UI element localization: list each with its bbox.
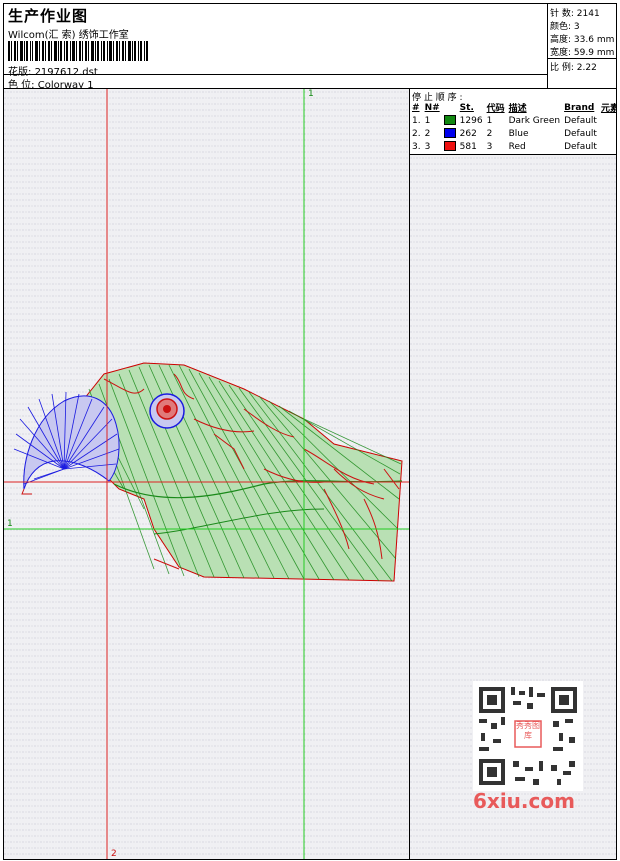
site-logo: 6xiu.com xyxy=(473,789,575,813)
qr-badge: 秀秀图库 xyxy=(516,721,540,740)
col-brand: Brand xyxy=(564,102,595,113)
stats-divider xyxy=(548,58,616,59)
stop-sequence-table: # N# St. 代码 描述 Brand 元素 1. 1 1296 1 Dark… xyxy=(410,101,616,153)
stat-value: 3 xyxy=(573,22,580,32)
color-swatch xyxy=(443,141,456,152)
col-index: # xyxy=(412,102,420,113)
color-swatch xyxy=(443,115,456,126)
row-stitches: 1296 xyxy=(459,115,483,126)
table-row[interactable]: 1. 1 1296 1 Dark Green Default xyxy=(410,114,616,127)
row-brand: Default xyxy=(564,128,597,139)
stats-panel: 针 数: 2141 颜色: 3 高度: 33.6 mm 宽度: 59.9 mm … xyxy=(547,3,617,89)
stat-label: 针 数: xyxy=(550,9,574,19)
guide-label-green-horizontal: 1 xyxy=(7,519,13,529)
barcode xyxy=(8,41,148,61)
color-swatch xyxy=(443,128,456,139)
row-swatch xyxy=(442,140,458,153)
design-canvas[interactable]: 1 1 2 xyxy=(3,88,410,860)
row-brand: Default xyxy=(564,141,597,152)
stop-sequence-panel: 停 止 顺 序 : # N# St. 代码 描述 Brand 元素 1. 1 1… xyxy=(409,88,617,860)
row-element xyxy=(599,127,616,140)
stat-stitches: 针 数: 2141 xyxy=(550,6,600,19)
row-description: Dark Green xyxy=(508,115,561,126)
guide-label-red-vertical: 2 xyxy=(111,849,117,859)
stat-scale: 比 例: 2.22 xyxy=(550,60,597,73)
row-element xyxy=(599,114,616,127)
row-swatch xyxy=(442,127,458,140)
stop-table-divider xyxy=(410,154,616,155)
row-n: 3 xyxy=(424,141,431,152)
table-row[interactable]: 2. 2 262 2 Blue Default xyxy=(410,127,616,140)
col-swatch xyxy=(442,101,458,114)
col-stitches: St. xyxy=(459,102,474,113)
row-n: 1 xyxy=(424,115,431,126)
row-code: 3 xyxy=(486,141,493,152)
stat-value: 2141 xyxy=(576,9,600,19)
stat-label: 比 例: xyxy=(550,63,574,73)
row-code: 1 xyxy=(486,115,493,126)
row-description: Red xyxy=(508,141,526,152)
header-divider xyxy=(4,74,547,75)
stat-value: 33.6 mm xyxy=(573,35,615,45)
stat-value: 59.9 mm xyxy=(573,48,615,58)
stat-label: 高度: xyxy=(550,35,572,45)
dotted-background xyxy=(4,89,409,859)
embroidery-eye xyxy=(149,393,185,429)
col-code: 代码 xyxy=(486,104,505,114)
table-row[interactable]: 3. 3 581 3 Red Default xyxy=(410,140,616,153)
header-panel: 生产作业图 Wilcom(汇 索) 绣饰工作室 花版: 2197612.dst … xyxy=(3,3,548,91)
row-brand: Default xyxy=(564,115,597,126)
col-n: N# xyxy=(424,102,440,113)
row-stitches: 581 xyxy=(459,141,477,152)
col-element: 元素 xyxy=(600,104,616,114)
table-header-row: # N# St. 代码 描述 Brand 元素 xyxy=(410,101,616,115)
row-description: Blue xyxy=(508,128,529,139)
row-element xyxy=(599,140,616,153)
row-index: 1. xyxy=(412,115,421,126)
stat-height: 高度: 33.6 mm xyxy=(550,32,614,45)
row-index: 2. xyxy=(412,128,421,139)
row-code: 2 xyxy=(486,128,493,139)
stat-label: 宽度: xyxy=(550,48,572,58)
col-description: 描述 xyxy=(508,104,527,114)
stat-width: 宽度: 59.9 mm xyxy=(550,45,614,58)
stat-value: 2.22 xyxy=(576,63,597,73)
row-stitches: 262 xyxy=(459,128,477,139)
stat-label: 颜色: xyxy=(550,22,572,32)
row-n: 2 xyxy=(424,128,431,139)
row-index: 3. xyxy=(412,141,421,152)
page-title: 生产作业图 xyxy=(8,7,89,25)
stat-colors: 颜色: 3 xyxy=(550,19,580,32)
row-swatch xyxy=(442,114,458,127)
guide-label-green-vertical: 1 xyxy=(308,89,314,99)
studio-name: Wilcom(汇 索) 绣饰工作室 xyxy=(8,30,129,41)
